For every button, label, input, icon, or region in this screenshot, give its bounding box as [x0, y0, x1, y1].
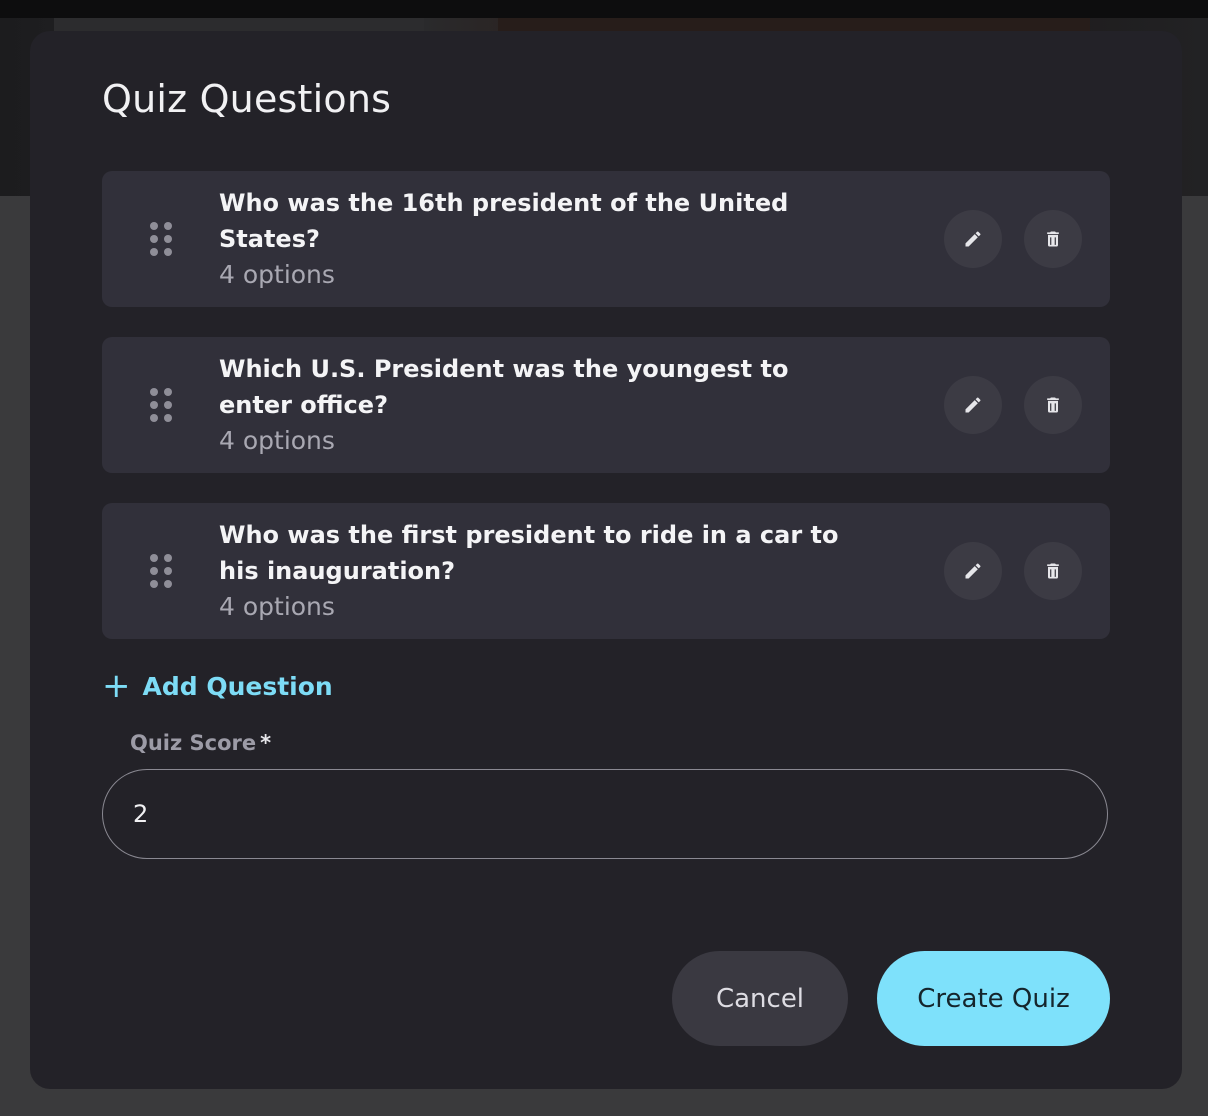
drag-handle-icon[interactable] — [150, 554, 172, 588]
dialog-title: Quiz Questions — [102, 77, 392, 121]
pencil-icon — [965, 563, 981, 579]
trash-icon — [1047, 563, 1059, 579]
drag-handle-icon[interactable] — [150, 222, 172, 256]
delete-question-button[interactable] — [1024, 542, 1082, 600]
plus-icon: + — [102, 666, 131, 706]
edit-question-button[interactable] — [944, 542, 1002, 600]
question-options-count: 4 options — [219, 426, 335, 455]
question-options-count: 4 options — [219, 260, 335, 289]
question-card: Who was the first president to ride in a… — [102, 503, 1110, 639]
quiz-score-label-text: Quiz Score — [130, 731, 257, 755]
pencil-icon — [965, 397, 981, 413]
drag-handle-icon[interactable] — [150, 388, 172, 422]
question-title: Who was the 16th president of the United… — [219, 189, 789, 253]
background-strip — [0, 0, 1208, 18]
required-marker: * — [260, 731, 272, 755]
delete-question-button[interactable] — [1024, 210, 1082, 268]
cancel-button[interactable]: Cancel — [672, 951, 848, 1046]
delete-question-button[interactable] — [1024, 376, 1082, 434]
question-text: Who was the 16th president of the United… — [219, 185, 869, 293]
add-question-label: Add Question — [142, 671, 333, 701]
quiz-score-label: Quiz Score * — [130, 731, 271, 755]
question-text: Who was the first president to ride in a… — [219, 517, 869, 625]
edit-question-button[interactable] — [944, 376, 1002, 434]
create-quiz-button[interactable]: Create Quiz — [877, 951, 1110, 1046]
quiz-score-input[interactable] — [102, 769, 1108, 859]
trash-icon — [1047, 231, 1059, 247]
question-card: Who was the 16th president of the United… — [102, 171, 1110, 307]
question-title: Who was the first president to ride in a… — [219, 521, 839, 585]
quiz-questions-dialog: Quiz Questions Who was the 16th presiden… — [30, 31, 1182, 1089]
question-options-count: 4 options — [219, 592, 335, 621]
add-question-button[interactable]: + Add Question — [102, 669, 333, 703]
edit-question-button[interactable] — [944, 210, 1002, 268]
trash-icon — [1047, 397, 1059, 413]
pencil-icon — [965, 231, 981, 247]
question-text: Which U.S. President was the youngest to… — [219, 351, 869, 459]
question-title: Which U.S. President was the youngest to… — [219, 355, 789, 419]
question-card: Which U.S. President was the youngest to… — [102, 337, 1110, 473]
question-list: Who was the 16th president of the United… — [102, 171, 1110, 669]
